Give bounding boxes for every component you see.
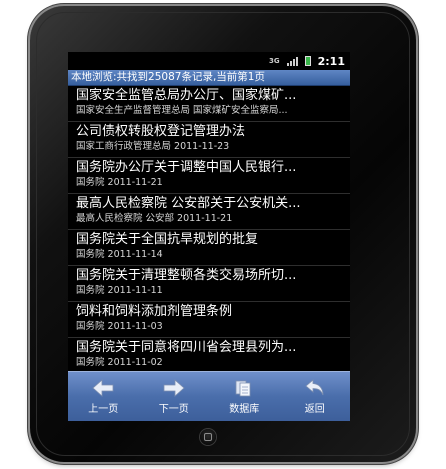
list-item[interactable]: 国务院关于清理整顿各类交易场所切... 国务院 2011-11-11 bbox=[68, 266, 350, 302]
item-subtitle: 国务院 2011-11-02 bbox=[76, 357, 163, 368]
list-item[interactable]: 公司债权转股权登记管理办法 国家工商行政管理总局 2011-11-23 bbox=[68, 122, 350, 158]
item-title: 公司债权转股权登记管理办法 bbox=[76, 124, 246, 139]
item-subtitle: 国务院 2011-11-11 bbox=[76, 285, 163, 296]
item-subtitle: 国家工商行政管理总局 2011-11-23 bbox=[76, 141, 230, 152]
item-title: 饲料和饲料添加剂管理条例 bbox=[76, 304, 233, 319]
next-page-label: 下一页 bbox=[158, 403, 189, 415]
item-title: 国务院办公厅关于调整中国人民银行... bbox=[76, 160, 297, 175]
return-arrow-icon bbox=[305, 378, 324, 395]
item-title: 国务院关于全国抗旱规划的批复 bbox=[76, 232, 259, 247]
list-item[interactable]: 国家安全监管总局办公厅、国家煤矿... 国家安全生产监督管理总局 国家煤矿安全监… bbox=[68, 86, 350, 122]
item-title: 国家安全监管总局办公厅、国家煤矿... bbox=[76, 88, 297, 103]
arrow-left-icon bbox=[92, 378, 114, 397]
document-list[interactable]: 国家安全监管总局办公厅、国家煤矿... 国家安全生产监督管理总局 国家煤矿安全监… bbox=[68, 86, 350, 369]
arrow-right-icon bbox=[163, 378, 185, 397]
list-item[interactable]: 最高人民检察院 公安部关于公安机关... 最高人民检察院 公安部 2011-11… bbox=[68, 194, 350, 230]
signal-icon bbox=[286, 56, 298, 66]
back-label: 返回 bbox=[304, 403, 325, 415]
next-page-button[interactable]: 下一页 bbox=[139, 372, 210, 421]
network-icon: 3G bbox=[269, 56, 280, 65]
status-time: 2:11 bbox=[317, 54, 345, 68]
item-subtitle: 国务院 2011-11-03 bbox=[76, 321, 163, 332]
database-label: 数据库 bbox=[229, 403, 260, 415]
item-subtitle: 最高人民检察院 公安部 2011-11-21 bbox=[76, 213, 233, 224]
list-item[interactable]: 饲料和饲料添加剂管理条例 国务院 2011-11-03 bbox=[68, 302, 350, 338]
status-bar: 3G 2:11 bbox=[68, 52, 350, 70]
prev-page-button[interactable]: 上一页 bbox=[68, 372, 139, 421]
home-button[interactable] bbox=[200, 429, 216, 445]
item-subtitle: 国务院 2011-11-21 bbox=[76, 177, 163, 188]
database-button[interactable]: 数据库 bbox=[209, 372, 280, 421]
list-item[interactable]: 国务院关于全国抗旱规划的批复 国务院 2011-11-14 bbox=[68, 230, 350, 266]
battery-icon bbox=[304, 56, 311, 66]
database-icon bbox=[235, 380, 251, 396]
item-subtitle: 国务院 2011-11-14 bbox=[76, 249, 163, 260]
item-title: 国务院关于清理整顿各类交易场所切... bbox=[76, 268, 297, 283]
prev-page-label: 上一页 bbox=[88, 403, 119, 415]
back-button[interactable]: 返回 bbox=[280, 372, 351, 421]
bottom-toolbar: 上一页 下一页 数据库 返回 bbox=[68, 371, 350, 421]
item-subtitle: 国家安全生产监督管理总局 国家煤矿安全监察局... bbox=[76, 105, 288, 116]
item-title: 国务院关于同意将四川省会理县列为... bbox=[76, 340, 297, 355]
item-title: 最高人民检察院 公安部关于公安机关... bbox=[76, 196, 301, 211]
result-info: 本地浏览:共找到25087条记录,当前第1页 bbox=[68, 70, 350, 86]
list-item[interactable]: 国务院关于同意将四川省会理县列为... 国务院 2011-11-02 bbox=[68, 338, 350, 369]
list-item[interactable]: 国务院办公厅关于调整中国人民银行... 国务院 2011-11-21 bbox=[68, 158, 350, 194]
screen: 3G 2:11 本地浏览:共找到25087条记录,当前第1页 国家安全监管总局办… bbox=[68, 52, 350, 421]
